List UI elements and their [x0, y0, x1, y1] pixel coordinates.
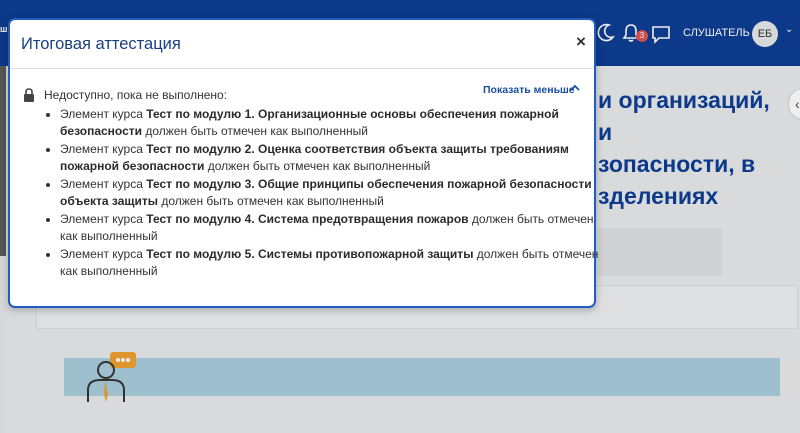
- list-item: Элемент курса Тест по модулю 5. Системы …: [60, 246, 600, 280]
- course-element-name: Тест по модулю 5. Системы противопожарно…: [146, 247, 474, 261]
- restriction-header: Недоступно, пока не выполнено:: [44, 88, 228, 102]
- modal-title: Итоговая аттестация: [21, 35, 181, 53]
- list-item: Элемент курса Тест по модулю 1. Организа…: [60, 106, 600, 140]
- show-less-link[interactable]: Показать меньше: [483, 84, 575, 96]
- chevron-up-icon[interactable]: [570, 83, 580, 93]
- close-icon[interactable]: ×: [573, 31, 589, 53]
- list-item: Элемент курса Тест по модулю 4. Система …: [60, 211, 600, 245]
- lock-icon: [24, 88, 34, 102]
- final-assessment-modal: Итоговая аттестация × Недоступно, пока н…: [8, 18, 598, 308]
- course-element-name: Тест по модулю 4. Система предотвращения…: [146, 212, 469, 226]
- list-item: Элемент курса Тест по модулю 2. Оценка с…: [60, 141, 600, 175]
- modal-header: Итоговая аттестация ×: [10, 20, 594, 69]
- list-item: Элемент курса Тест по модулю 3. Общие пр…: [60, 176, 600, 210]
- conditions-list: Элемент курса Тест по модулю 1. Организа…: [50, 106, 600, 281]
